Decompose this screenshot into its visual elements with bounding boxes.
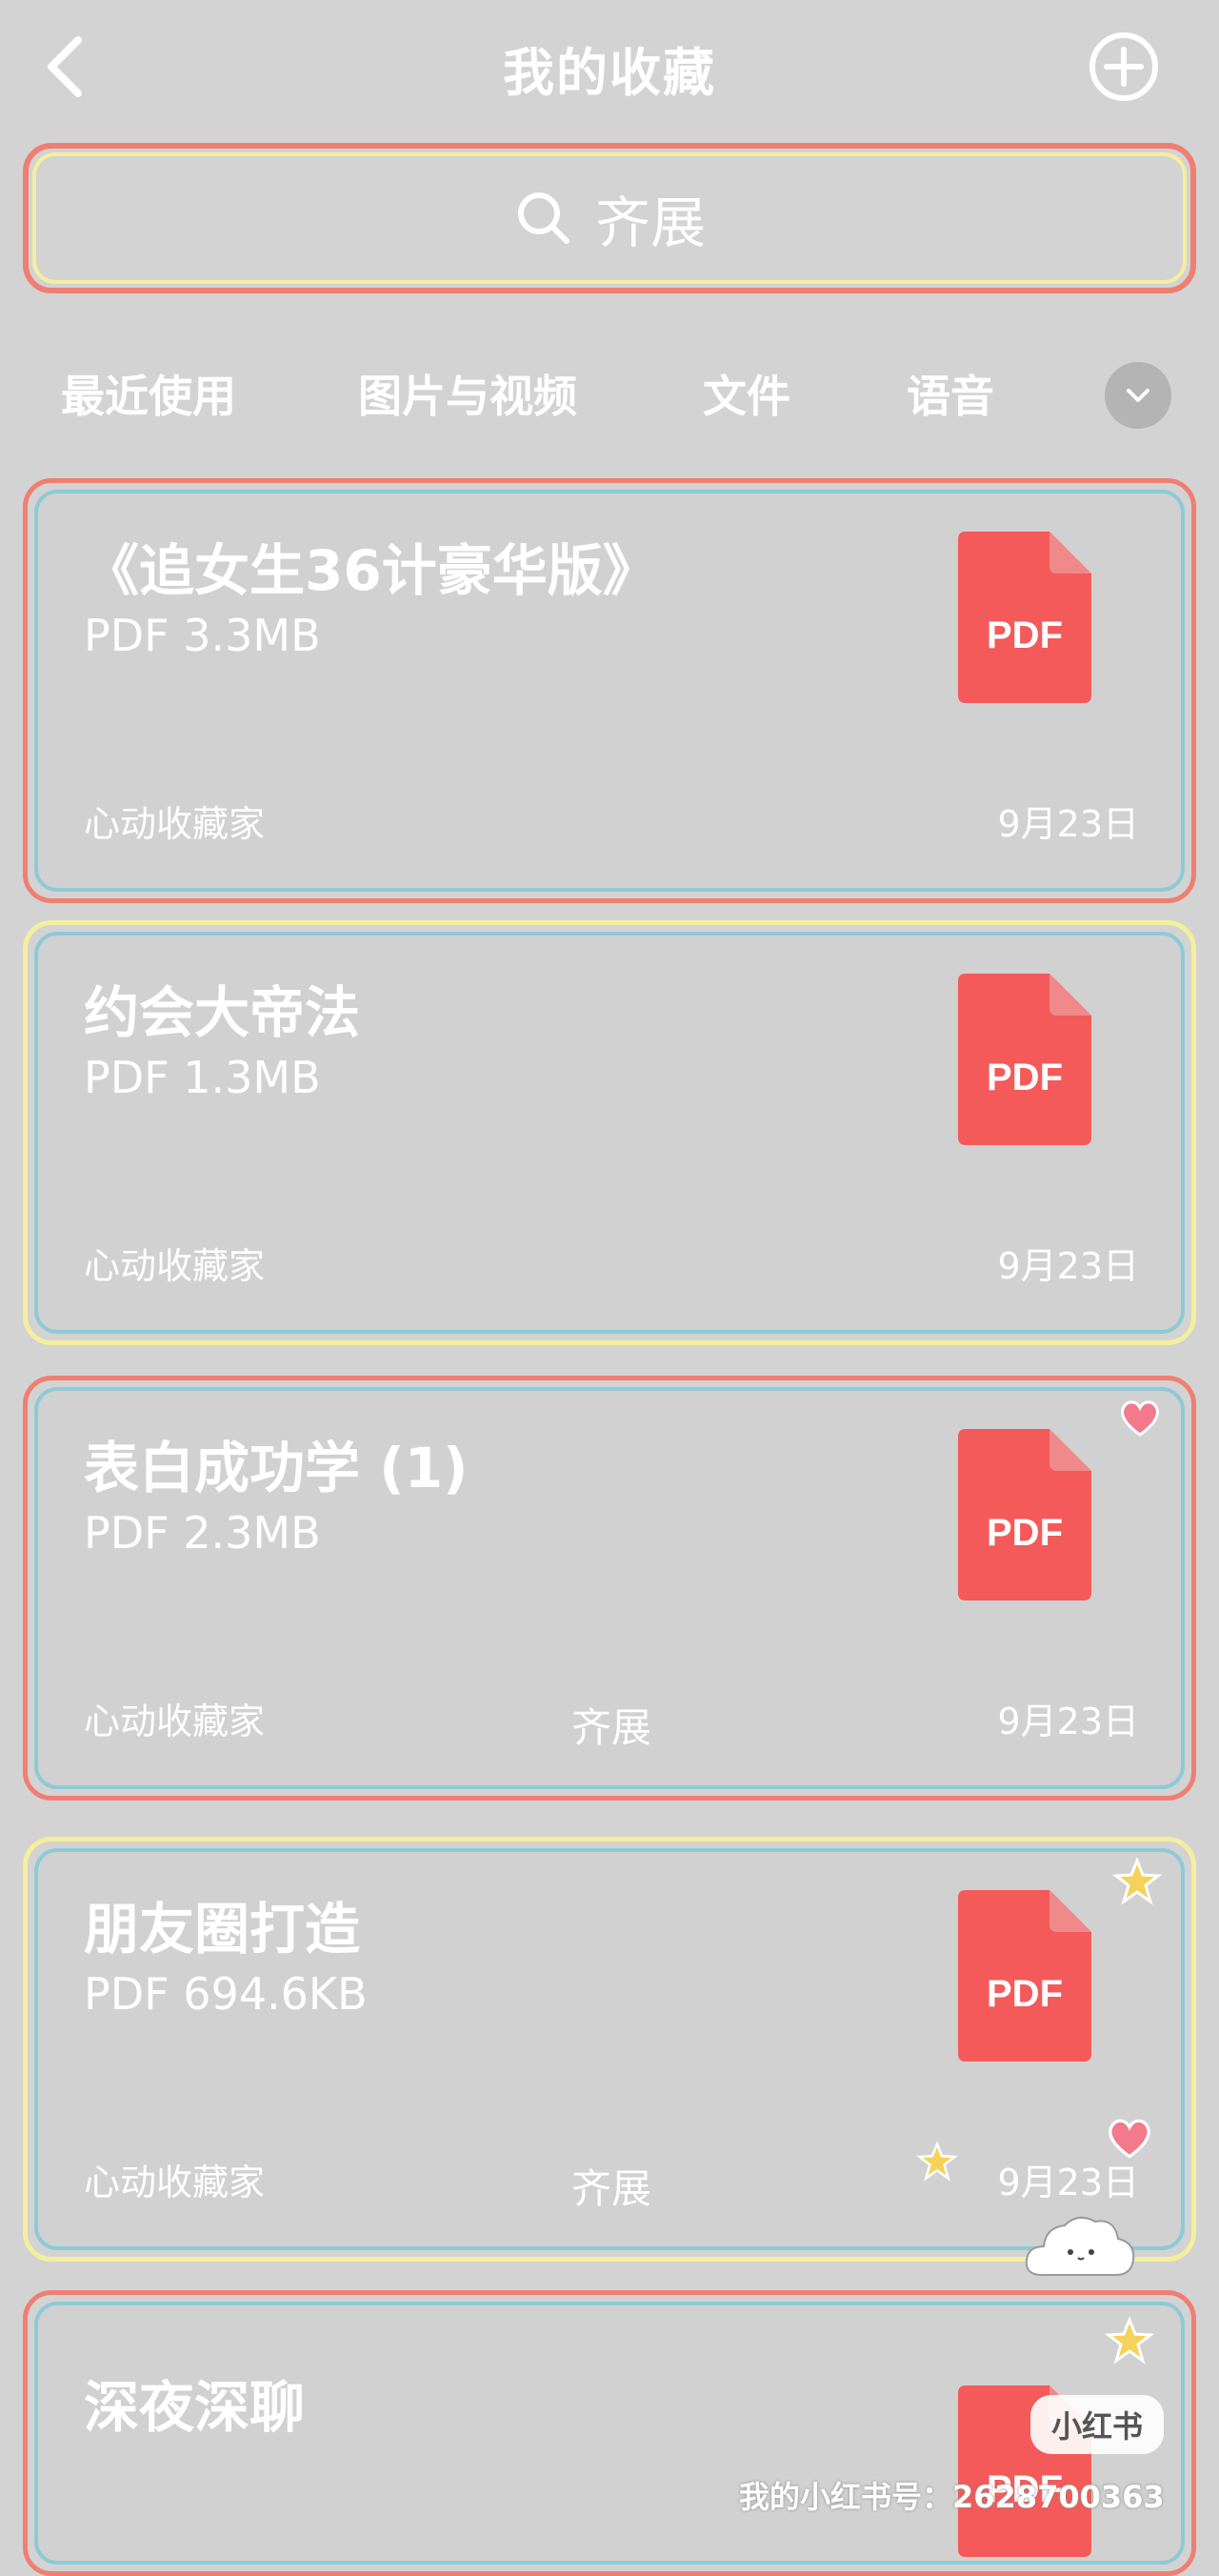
pdf-file-icon: PDF [958, 1429, 1091, 1600]
pdf-file-icon: PDF [958, 532, 1091, 703]
file-card[interactable]: 深夜深聊 PDF [23, 2290, 1196, 2576]
file-title: 深夜深聊 [84, 2375, 306, 2440]
file-card-body: 约会大帝法 PDF 1.3MB 心动收藏家 9月23日 PDF [34, 932, 1185, 1334]
pdf-badge-text: PDF [987, 1973, 1063, 2015]
file-source: 心动收藏家 [84, 2162, 266, 2204]
file-meta: PDF 694.6KB [84, 1968, 368, 2020]
watermark-account-id: 我的小红书号：2628700363 [739, 2479, 1165, 2515]
file-title: 朋友圈打造 [84, 1897, 361, 1962]
file-title: 约会大帝法 [84, 980, 361, 1045]
pdf-file-icon: PDF [958, 1890, 1091, 2062]
category-tabs: 最近使用 图片与视频 文件 语音 [0, 352, 1219, 438]
plus-circle-icon [1089, 32, 1158, 101]
add-button[interactable] [1088, 30, 1160, 103]
file-meta: PDF 2.3MB [84, 1507, 321, 1559]
tabs-expand-button[interactable] [1105, 362, 1171, 429]
file-card-body: 朋友圈打造 PDF 694.6KB 心动收藏家 齐展 9月23日 PDF [34, 1848, 1185, 2250]
file-card[interactable]: 朋友圈打造 PDF 694.6KB 心动收藏家 齐展 9月23日 PDF [23, 1837, 1196, 2262]
file-date: 9月23日 [997, 803, 1139, 845]
xiaohongshu-logo: 小红书 [1030, 2395, 1164, 2454]
file-card-body: 深夜深聊 PDF [34, 2302, 1185, 2565]
chevron-down-icon [1127, 389, 1149, 402]
file-card[interactable]: 约会大帝法 PDF 1.3MB 心动收藏家 9月23日 PDF [23, 920, 1196, 1345]
file-date: 9月23日 [997, 1245, 1139, 1287]
file-meta: PDF 1.3MB [84, 1052, 321, 1103]
pdf-badge-text: PDF [987, 1057, 1063, 1098]
file-date: 9月23日 [997, 1701, 1139, 1742]
star-sticker-icon [1112, 1858, 1162, 1905]
file-meta: PDF 3.3MB [84, 610, 321, 661]
star-sticker-icon [1105, 2317, 1154, 2365]
file-card-body: 《追女生36计豪华版》 PDF 3.3MB 心动收藏家 9月23日 PDF [34, 490, 1185, 892]
file-source: 心动收藏家 [84, 1701, 266, 1742]
file-date: 9月23日 [997, 2162, 1139, 2204]
file-card[interactable]: 《追女生36计豪华版》 PDF 3.3MB 心动收藏家 9月23日 PDF [23, 478, 1196, 903]
pdf-file-icon: PDF [958, 974, 1091, 1145]
pdf-badge-text: PDF [987, 1512, 1063, 1554]
file-card-body: 表白成功学 (1) PDF 2.3MB 心动收藏家 齐展 9月23日 PDF [34, 1387, 1185, 1789]
search-icon [517, 192, 570, 244]
file-source: 心动收藏家 [84, 803, 266, 845]
star-sticker-icon [916, 2142, 958, 2182]
search-input[interactable]: 齐展 [32, 152, 1187, 284]
tab-files[interactable]: 文件 [703, 362, 790, 425]
tab-recent[interactable]: 最近使用 [61, 362, 236, 425]
search-bar[interactable]: 齐展 [23, 143, 1196, 293]
search-value: 齐展 [594, 191, 706, 255]
pdf-badge-text: PDF [987, 614, 1063, 656]
cloud-sticker-icon [1025, 2216, 1135, 2276]
file-card[interactable]: 表白成功学 (1) PDF 2.3MB 心动收藏家 齐展 9月23日 PDF [23, 1376, 1196, 1801]
file-owner: 齐展 [571, 1704, 652, 1751]
heart-sticker-icon [1109, 2119, 1150, 2159]
tab-images-videos[interactable]: 图片与视频 [358, 362, 577, 425]
file-title: 《追女生36计豪华版》 [84, 538, 658, 603]
file-source: 心动收藏家 [84, 1245, 266, 1287]
heart-sticker-icon [1121, 1400, 1159, 1437]
page-title: 我的收藏 [503, 43, 716, 103]
tab-voice[interactable]: 语音 [907, 362, 994, 425]
file-title: 表白成功学 (1) [84, 1436, 469, 1500]
top-bar: 我的收藏 [0, 0, 1219, 133]
file-owner: 齐展 [571, 2165, 652, 2212]
